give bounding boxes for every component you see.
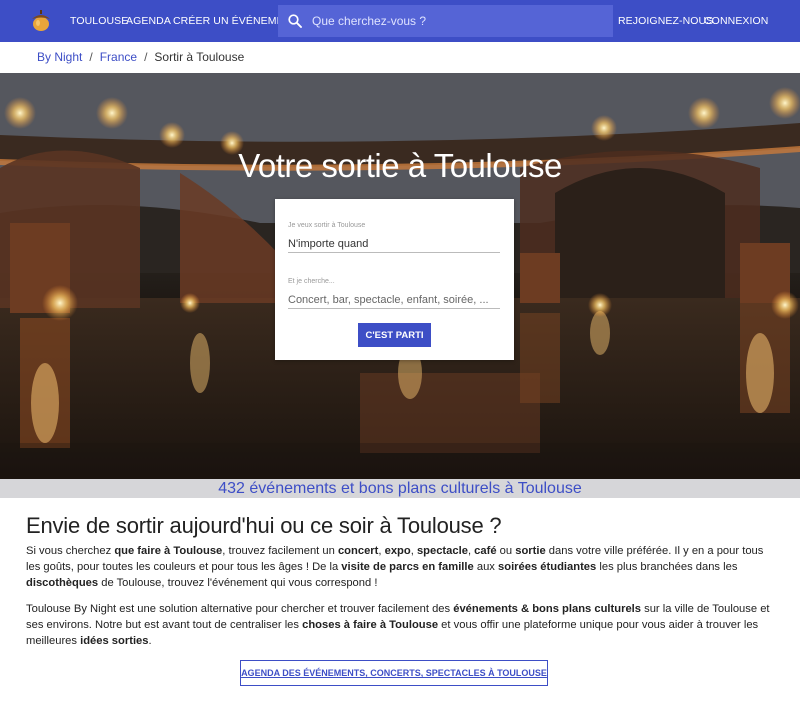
- text-run: Toulouse By Night est une solution alter…: [26, 603, 454, 615]
- keyword-bold: café: [474, 545, 497, 557]
- nav-agenda-link[interactable]: AGENDA: [126, 0, 171, 42]
- keyword-bold: concert: [337, 545, 379, 557]
- nav-join-link[interactable]: REJOIGNEZ-NOUS: [618, 0, 713, 42]
- keyword-bold: idées sorties: [80, 635, 149, 647]
- breadcrumb-separator: /: [144, 50, 148, 64]
- header-search-input[interactable]: [312, 14, 602, 28]
- when-field-label: Je veux sortir à Toulouse: [288, 222, 366, 229]
- keyword-bold: choses à faire à Toulouse: [302, 619, 439, 631]
- keyword-bold: discothèques: [26, 577, 99, 589]
- keyword-bold: visite de parcs en famille: [341, 561, 474, 573]
- breadcrumb-current: Sortir à Toulouse: [154, 50, 245, 64]
- nav-city-link[interactable]: TOULOUSE: [70, 0, 128, 42]
- breadcrumb-separator: /: [89, 50, 93, 64]
- keyword-bold: événements & bons plans culturels: [453, 603, 641, 615]
- when-field[interactable]: [288, 235, 500, 253]
- text-run: aux: [473, 561, 499, 573]
- what-field[interactable]: [288, 291, 500, 309]
- text-run: les plus branchées dans les: [596, 561, 738, 573]
- event-search-form: Je veux sortir à Toulouse Et je cherche.…: [275, 199, 514, 360]
- event-count-bar[interactable]: 432 événements et bons plans culturels à…: [0, 479, 800, 498]
- text-run: .: [148, 635, 152, 647]
- top-navbar: TOULOUSE AGENDA CRÉER UN ÉVÉNEMENT REJOI…: [0, 0, 800, 42]
- keyword-bold: spectacle: [416, 545, 468, 557]
- text-run: de Toulouse, trouvez l'événement qui vou…: [98, 577, 378, 589]
- text-run: , trouvez facilement un: [222, 545, 338, 557]
- text-run: Si vous cherchez: [26, 545, 115, 557]
- hero-banner: Votre sortie à Toulouse Je veux sortir à…: [0, 73, 800, 479]
- keyword-bold: expo: [384, 545, 411, 557]
- search-submit-button[interactable]: C'EST PARTI: [358, 323, 431, 347]
- keyword-bold: que faire à Toulouse: [114, 545, 223, 557]
- what-field-label: Et je cherche...: [288, 278, 335, 285]
- breadcrumb-france[interactable]: France: [100, 50, 137, 64]
- intro-paragraph-1: Si vous cherchez que faire à Toulouse, t…: [26, 543, 778, 591]
- intro-paragraph-2: Toulouse By Night est une solution alter…: [26, 601, 778, 649]
- intro-heading: Envie de sortir aujourd'hui ou ce soir à…: [26, 513, 502, 538]
- nav-login-link[interactable]: CONNEXION: [704, 0, 769, 42]
- hero-title: Votre sortie à Toulouse: [238, 147, 562, 184]
- keyword-bold: soirées étudiantes: [498, 561, 597, 573]
- text-run: ou: [496, 545, 516, 557]
- header-search: [278, 5, 613, 37]
- keyword-bold: sortie: [515, 545, 546, 557]
- breadcrumb: By Night / France / Sortir à Toulouse: [37, 48, 244, 66]
- acorn-logo-icon[interactable]: [29, 10, 53, 32]
- search-icon[interactable]: [288, 14, 302, 28]
- breadcrumb-by-night[interactable]: By Night: [37, 50, 82, 64]
- agenda-button[interactable]: AGENDA DES ÉVÉNEMENTS, CONCERTS, SPECTAC…: [240, 660, 548, 686]
